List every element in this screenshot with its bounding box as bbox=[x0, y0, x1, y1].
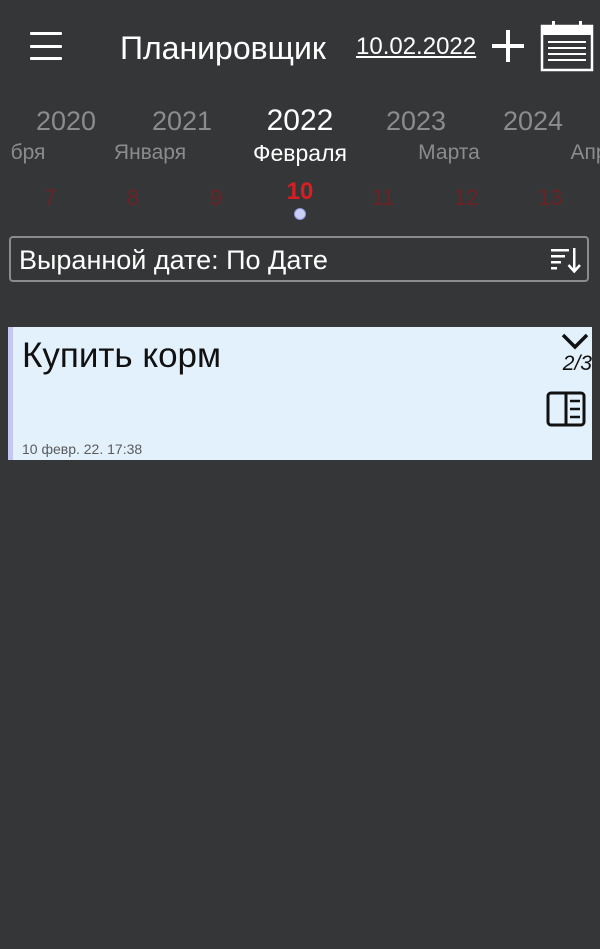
day-item[interactable]: 11 bbox=[363, 184, 403, 212]
sort-label: Выранной дате: По Дате bbox=[19, 245, 328, 275]
selected-day-indicator bbox=[294, 208, 306, 220]
month-item[interactable]: Января bbox=[85, 140, 215, 166]
year-picker: 2020 2021 2022 2023 2024 bbox=[0, 104, 600, 140]
day-item[interactable]: 12 bbox=[446, 184, 486, 212]
day-item[interactable]: 9 bbox=[196, 184, 236, 212]
year-item[interactable]: 2021 bbox=[127, 104, 237, 138]
month-item-selected[interactable]: Февраля bbox=[235, 140, 365, 166]
day-item-selected[interactable]: 10 bbox=[280, 178, 320, 206]
chevron-down-icon[interactable] bbox=[560, 331, 590, 351]
split-view-icon[interactable] bbox=[546, 391, 586, 427]
month-item[interactable]: Апр bbox=[524, 140, 600, 166]
sort-icon[interactable] bbox=[549, 244, 581, 276]
year-item[interactable]: 2023 bbox=[361, 104, 471, 138]
task-title: Купить корм bbox=[22, 336, 222, 375]
app-title: Планировщик bbox=[120, 30, 326, 66]
plus-icon[interactable] bbox=[490, 28, 526, 64]
task-timestamp: 10 февр. 22. 17:38 bbox=[22, 441, 143, 457]
day-item[interactable]: 8 bbox=[113, 184, 153, 212]
day-item[interactable]: 7 bbox=[30, 184, 70, 212]
task-card[interactable]: Купить корм 2/3 10 февр. 22. 17:38 bbox=[8, 327, 592, 460]
year-item[interactable]: 2024 bbox=[478, 104, 588, 138]
hamburger-menu-icon[interactable] bbox=[26, 28, 66, 64]
month-item[interactable]: Марта bbox=[384, 140, 514, 166]
month-item[interactable]: бря bbox=[0, 140, 93, 166]
current-date-link[interactable]: 10.02.2022 bbox=[356, 32, 476, 62]
month-picker: бря Января Февраля Марта Апр bbox=[0, 140, 600, 168]
year-item-selected[interactable]: 2022 bbox=[245, 104, 355, 138]
year-item[interactable]: 2020 bbox=[11, 104, 121, 138]
day-item[interactable]: 13 bbox=[530, 184, 570, 212]
calendar-icon[interactable] bbox=[540, 20, 594, 72]
sort-selector[interactable]: Выранной дате: По Дате bbox=[9, 236, 589, 282]
task-subtask-counter: 2/3 bbox=[562, 352, 592, 375]
planner-screen: Планировщик 10.02.2022 2020 2021 2022 20… bbox=[0, 0, 600, 949]
